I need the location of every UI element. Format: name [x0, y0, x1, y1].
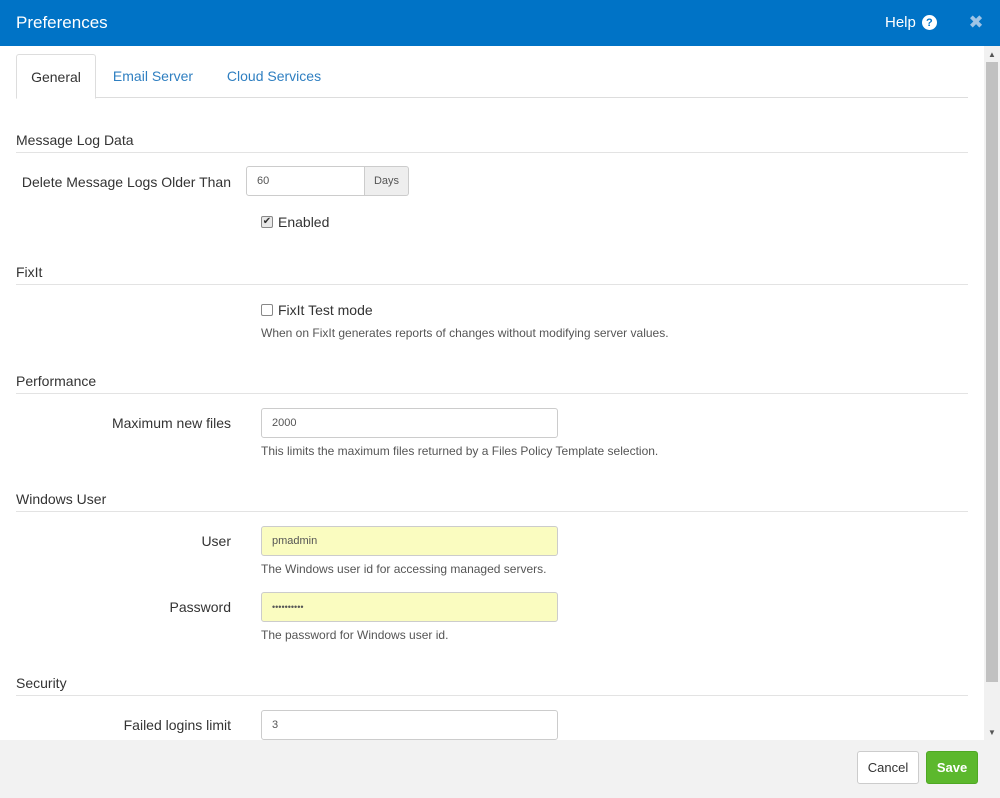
- days-addon: Days: [365, 166, 409, 196]
- tab-cloud-services[interactable]: Cloud Services: [216, 54, 332, 98]
- failed-logins-label: Failed logins limit: [123, 717, 231, 733]
- save-button[interactable]: Save: [926, 751, 978, 784]
- delete-logs-input[interactable]: 60: [246, 166, 365, 196]
- max-files-input[interactable]: 2000: [261, 408, 558, 438]
- password-help-text: The password for Windows user id.: [261, 628, 449, 642]
- help-label: Help: [885, 14, 916, 31]
- question-icon: ?: [921, 15, 937, 30]
- vertical-scrollbar[interactable]: ▲ ▼: [984, 46, 1000, 740]
- fixit-test-mode-checkbox[interactable]: [261, 304, 273, 316]
- user-input[interactable]: pmadmin: [261, 526, 558, 556]
- failed-logins-input[interactable]: 3: [261, 710, 558, 740]
- section-windows-user-title: Windows User: [16, 491, 968, 512]
- section-message-log-title: Message Log Data: [16, 132, 968, 153]
- fixit-test-mode-row[interactable]: FixIt Test mode: [261, 302, 373, 318]
- close-icon[interactable]: ✖: [968, 13, 984, 31]
- help-button[interactable]: Help ?: [885, 14, 937, 31]
- enabled-label: Enabled: [278, 214, 330, 230]
- section-security-title: Security: [16, 675, 968, 696]
- section-performance-title: Performance: [16, 373, 968, 394]
- dialog-title: Preferences: [16, 13, 108, 32]
- preferences-content: General Email Server Cloud Services Mess…: [0, 46, 984, 740]
- password-input[interactable]: ••••••••••: [261, 592, 558, 622]
- delete-logs-label: Delete Message Logs Older Than: [21, 174, 231, 190]
- dialog-footer: Cancel Save: [0, 740, 1000, 798]
- scroll-down-arrow-icon[interactable]: ▼: [984, 724, 1000, 740]
- enabled-checkbox-row[interactable]: ✔ Enabled: [261, 214, 329, 230]
- tab-email-server[interactable]: Email Server: [104, 54, 202, 98]
- scroll-thumb[interactable]: [986, 62, 998, 682]
- cancel-button[interactable]: Cancel: [857, 751, 919, 784]
- max-files-label: Maximum new files: [111, 415, 231, 431]
- user-help-text: The Windows user id for accessing manage…: [261, 562, 547, 576]
- titlebar: Preferences Help ? ✖: [0, 0, 1000, 46]
- scroll-up-arrow-icon[interactable]: ▲: [984, 46, 1000, 62]
- max-files-help-text: This limits the maximum files returned b…: [261, 444, 659, 458]
- tab-bar: General Email Server Cloud Services: [16, 54, 968, 99]
- fixit-help-text: When on FixIt generates reports of chang…: [261, 326, 669, 340]
- section-fixit-title: FixIt: [16, 264, 968, 285]
- fixit-test-mode-label: FixIt Test mode: [278, 302, 373, 318]
- tab-general[interactable]: General: [16, 54, 96, 99]
- password-label: Password: [169, 599, 231, 615]
- user-label: User: [201, 533, 231, 549]
- enabled-checkbox[interactable]: ✔: [261, 216, 273, 228]
